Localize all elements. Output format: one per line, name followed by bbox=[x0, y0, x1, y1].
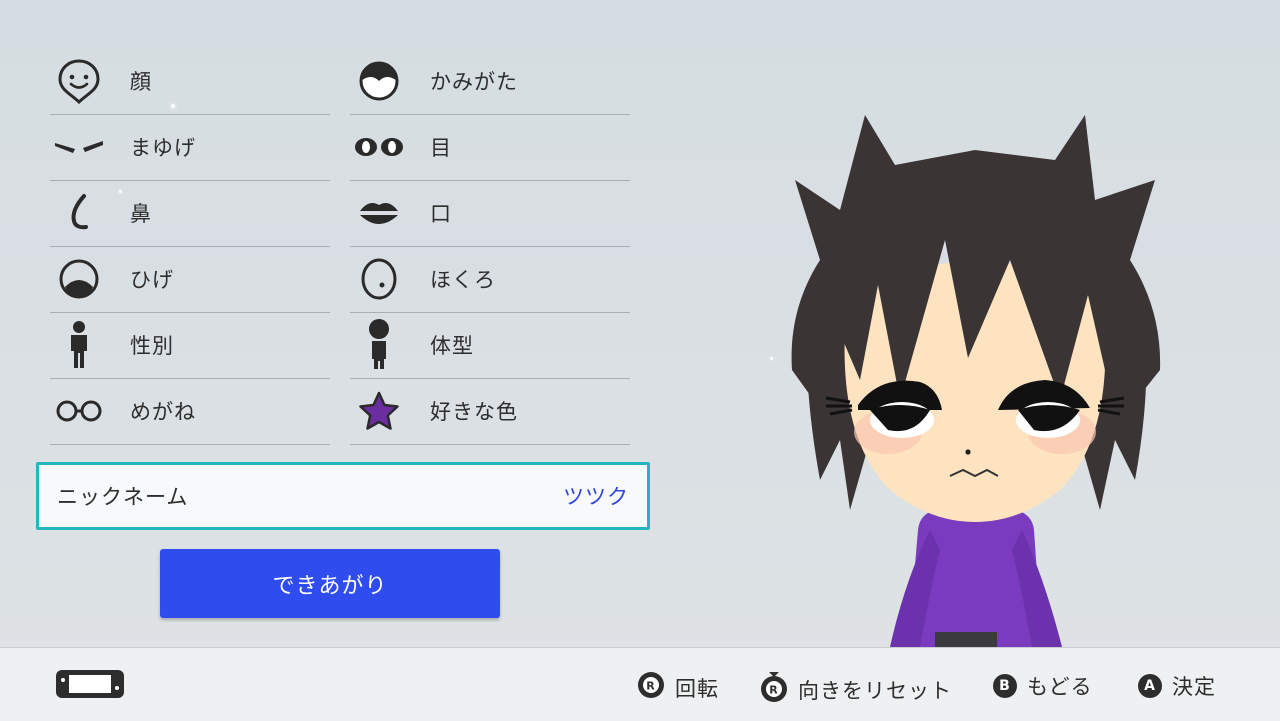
menu-item-label: かみがた bbox=[430, 70, 518, 94]
right-stick-icon: R bbox=[637, 671, 665, 704]
beard-icon bbox=[50, 254, 108, 304]
nickname-label: ニックネーム bbox=[57, 485, 189, 509]
hint-label: もどる bbox=[1027, 675, 1093, 699]
nickname-value: ツツク bbox=[563, 485, 629, 509]
body-icon bbox=[350, 319, 408, 370]
hint-back[interactable]: B もどる bbox=[993, 671, 1093, 701]
menu-item-eyebrows[interactable]: まゆげ bbox=[50, 114, 330, 181]
menu-item-label: ほくろ bbox=[430, 268, 496, 292]
mii-shirt bbox=[890, 508, 1062, 647]
menu-item-label: ひげ bbox=[130, 268, 174, 292]
menu-item-favorite-color[interactable]: 好きな色 bbox=[350, 378, 630, 445]
menu-item-beard[interactable]: ひげ bbox=[50, 246, 330, 313]
gender-icon bbox=[50, 320, 108, 370]
hint-label: 決定 bbox=[1172, 675, 1216, 699]
hint-rotate[interactable]: R 回転 bbox=[637, 671, 719, 704]
menu-item-label: 目 bbox=[430, 136, 452, 160]
menu-item-label: 顔 bbox=[130, 70, 152, 94]
menu-item-eyes[interactable]: 目 bbox=[350, 114, 630, 181]
menu-item-hairstyle[interactable]: かみがた bbox=[350, 48, 630, 115]
menu-item-gender[interactable]: 性別 bbox=[50, 312, 330, 379]
menu-item-label: 好きな色 bbox=[430, 400, 518, 424]
svg-text:R: R bbox=[646, 680, 655, 693]
menu-item-label: まゆげ bbox=[130, 136, 196, 160]
hint-confirm[interactable]: A 決定 bbox=[1138, 671, 1216, 701]
glasses-icon bbox=[50, 386, 108, 436]
eyes-icon bbox=[350, 122, 408, 172]
mouth-icon bbox=[350, 188, 408, 238]
menu-item-glasses[interactable]: めがね bbox=[50, 378, 330, 445]
menu-item-label: 性別 bbox=[130, 334, 174, 358]
menu-item-label: 体型 bbox=[430, 334, 474, 358]
console-handheld-icon bbox=[55, 669, 125, 703]
menu-item-mole[interactable]: ほくろ bbox=[350, 246, 630, 313]
hint-label: 回転 bbox=[675, 676, 719, 701]
menu-item-label: 口 bbox=[430, 202, 452, 226]
favorite-color-star-icon bbox=[350, 386, 408, 436]
hairstyle-icon bbox=[350, 56, 408, 106]
right-stick-press-icon: R bbox=[760, 671, 788, 708]
face-icon bbox=[50, 56, 108, 106]
mii-nose bbox=[965, 449, 971, 455]
menu-item-nose[interactable]: 鼻 bbox=[50, 180, 330, 247]
a-button-icon: A bbox=[1138, 674, 1162, 698]
nickname-field[interactable]: ニックネーム ツツク bbox=[36, 462, 650, 530]
menu-item-face[interactable]: 顔 bbox=[50, 48, 330, 115]
eyebrows-icon bbox=[50, 122, 108, 172]
mole-icon bbox=[350, 254, 408, 304]
mii-character-preview[interactable] bbox=[770, 110, 1180, 647]
b-button-icon: B bbox=[993, 674, 1017, 698]
hint-label: 向きをリセット bbox=[798, 678, 952, 703]
menu-item-label: 鼻 bbox=[130, 202, 152, 226]
hint-reset-orientation[interactable]: R 向きをリセット bbox=[760, 671, 952, 708]
menu-item-body[interactable]: 体型 bbox=[350, 312, 630, 379]
menu-item-label: めがね bbox=[130, 400, 196, 424]
svg-text:R: R bbox=[769, 684, 778, 697]
menu-item-mouth[interactable]: 口 bbox=[350, 180, 630, 247]
nose-icon bbox=[50, 188, 108, 238]
done-button[interactable]: できあがり bbox=[160, 549, 500, 618]
